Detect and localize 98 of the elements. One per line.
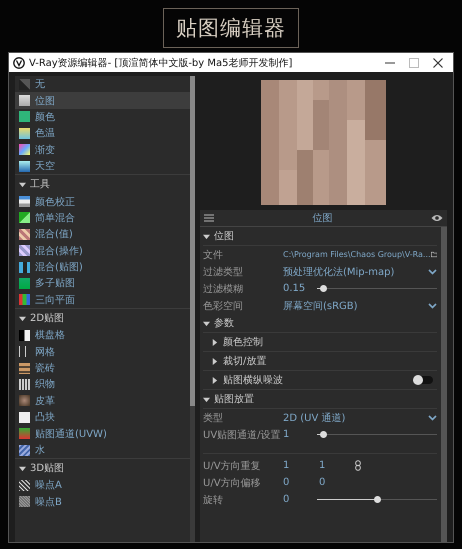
property-label: 类型 bbox=[203, 412, 224, 424]
folder-icon[interactable] bbox=[430, 250, 437, 259]
texture-list-item[interactable]: 颜色 bbox=[15, 108, 190, 126]
slider-value[interactable]: 1 bbox=[283, 429, 317, 440]
chevron-down-icon[interactable] bbox=[428, 302, 437, 308]
texture-list-item[interactable]: 渐变 bbox=[15, 142, 190, 158]
texture-icon bbox=[19, 496, 30, 508]
property-label: 过滤类型 bbox=[203, 266, 244, 278]
dropdown-value[interactable]: 预处理优化法(Mip-map) bbox=[283, 264, 428, 278]
texture-list-item[interactable]: 混合(操作) bbox=[15, 242, 190, 259]
subsection-header[interactable]: 裁切/放置 bbox=[223, 354, 266, 368]
expand-arrow-icon[interactable] bbox=[203, 396, 210, 402]
texture-list-item[interactable]: 位图 bbox=[15, 92, 190, 109]
page-title: 贴图编辑器 bbox=[163, 8, 299, 48]
texture-icon bbox=[19, 228, 30, 240]
property-label: 过滤模糊 bbox=[203, 282, 244, 296]
texture-list-item[interactable]: 织物 bbox=[15, 376, 190, 393]
toggle-switch[interactable] bbox=[413, 376, 433, 384]
eye-icon[interactable] bbox=[431, 214, 443, 222]
texture-list-item[interactable]: 无 bbox=[15, 76, 190, 92]
group-header[interactable]: 2D贴图 bbox=[30, 311, 64, 326]
expand-arrow-icon[interactable] bbox=[19, 464, 26, 472]
property-label: U/V方向偏移 bbox=[203, 476, 262, 490]
window-title: V-Ray资源编辑器- [顶渲简体中文版-by Ma5老师开发制作] bbox=[29, 56, 294, 70]
texture-list-item[interactable]: 多子贴图 bbox=[15, 275, 190, 292]
expand-arrow-icon[interactable] bbox=[19, 180, 26, 188]
texture-list-item[interactable]: 凸块 bbox=[15, 409, 190, 426]
texture-icon bbox=[19, 160, 30, 172]
texture-list-item[interactable]: 网格 bbox=[15, 343, 190, 360]
texture-icon bbox=[19, 362, 30, 374]
texture-list-item[interactable]: 颜色校正 bbox=[15, 193, 190, 210]
texture-icon bbox=[19, 128, 30, 139]
expand-arrow-icon[interactable] bbox=[203, 320, 210, 326]
property-label: UV贴图通道/设置 bbox=[203, 428, 282, 442]
texture-list-item[interactable]: 混合(值) bbox=[15, 226, 190, 243]
property-label: 旋转 bbox=[203, 494, 224, 506]
property-label: 色彩空间 bbox=[203, 300, 244, 312]
texture-icon bbox=[19, 196, 30, 208]
texture-list-item[interactable]: 皮革 bbox=[15, 392, 190, 410]
dropdown-value[interactable]: 2D (UV 通道) bbox=[283, 410, 428, 424]
texture-icon bbox=[19, 262, 30, 273]
section-header[interactable]: 贴图放置 bbox=[214, 392, 254, 406]
texture-icon bbox=[19, 444, 30, 456]
expand-arrow-icon[interactable] bbox=[203, 232, 210, 240]
texture-icon bbox=[19, 330, 30, 341]
collapse-arrow-icon[interactable] bbox=[211, 338, 218, 346]
number-value[interactable]: 0 bbox=[319, 477, 355, 488]
dropdown-value[interactable]: 屏幕空间(sRGB) bbox=[283, 298, 428, 312]
texture-icon bbox=[19, 412, 30, 423]
scrollbar[interactable] bbox=[441, 227, 447, 542]
texture-icon bbox=[19, 294, 30, 306]
section-header[interactable]: 位图 bbox=[214, 229, 234, 243]
slider-value[interactable]: 0 bbox=[283, 494, 317, 505]
group-header[interactable]: 3D贴图 bbox=[30, 461, 64, 476]
texture-list-item[interactable]: 贴图通道(UVW) bbox=[15, 425, 190, 442]
texture-icon bbox=[19, 395, 30, 406]
texture-icon bbox=[19, 212, 30, 224]
property-label: 文件 bbox=[203, 248, 224, 262]
texture-icon bbox=[19, 95, 30, 106]
section-header[interactable]: 参数 bbox=[214, 316, 234, 330]
collapse-arrow-icon[interactable] bbox=[211, 376, 218, 384]
menu-icon[interactable] bbox=[204, 214, 214, 222]
texture-list-item[interactable]: 天空 bbox=[15, 158, 190, 174]
texture-icon bbox=[19, 480, 30, 491]
texture-icon bbox=[19, 428, 30, 440]
texture-list-item[interactable]: 简单混合 bbox=[15, 210, 190, 226]
link-icon[interactable] bbox=[355, 460, 361, 471]
texture-list-item[interactable]: 三向平面 bbox=[15, 292, 190, 308]
scrollbar[interactable] bbox=[190, 76, 195, 542]
texture-list-item[interactable]: 噪点A bbox=[15, 477, 190, 494]
subsection-header[interactable]: 颜色控制 bbox=[223, 335, 263, 349]
texture-icon bbox=[19, 144, 30, 156]
texture-list-item[interactable]: 噪点B bbox=[15, 494, 190, 510]
texture-list-item[interactable]: 水 bbox=[15, 442, 190, 458]
number-value[interactable]: 0 bbox=[283, 477, 319, 488]
property-label: U/V方向重复 bbox=[203, 460, 262, 472]
panel-title: 位图 bbox=[312, 212, 334, 225]
texture-list-item[interactable]: 棋盘格 bbox=[15, 327, 190, 344]
texture-icon bbox=[19, 245, 30, 256]
texture-list-item[interactable]: 混合(贴图) bbox=[15, 258, 190, 276]
collapse-arrow-icon[interactable] bbox=[211, 358, 218, 364]
slider-value[interactable]: 0.15 bbox=[283, 283, 317, 294]
file-path[interactable]: C:\Program Files\Chaos Group\V-Ra... bbox=[283, 250, 431, 259]
expand-arrow-icon[interactable] bbox=[19, 314, 26, 322]
app-logo-icon bbox=[13, 56, 25, 68]
subsection-header[interactable]: 贴图横纵噪波 bbox=[223, 373, 283, 387]
texture-icon bbox=[19, 378, 30, 390]
chevron-down-icon[interactable] bbox=[428, 268, 437, 274]
texture-icon bbox=[19, 278, 30, 289]
group-header[interactable]: 工具 bbox=[30, 177, 50, 192]
close-icon[interactable] bbox=[433, 58, 443, 68]
texture-icon bbox=[19, 111, 30, 122]
texture-list-item[interactable]: 色温 bbox=[15, 125, 190, 142]
texture-list-item[interactable]: 瓷砖 bbox=[15, 360, 190, 376]
number-value[interactable]: 1 bbox=[319, 460, 355, 471]
texture-icon bbox=[19, 78, 30, 90]
chevron-down-icon[interactable] bbox=[428, 414, 437, 420]
number-value[interactable]: 1 bbox=[283, 460, 319, 471]
